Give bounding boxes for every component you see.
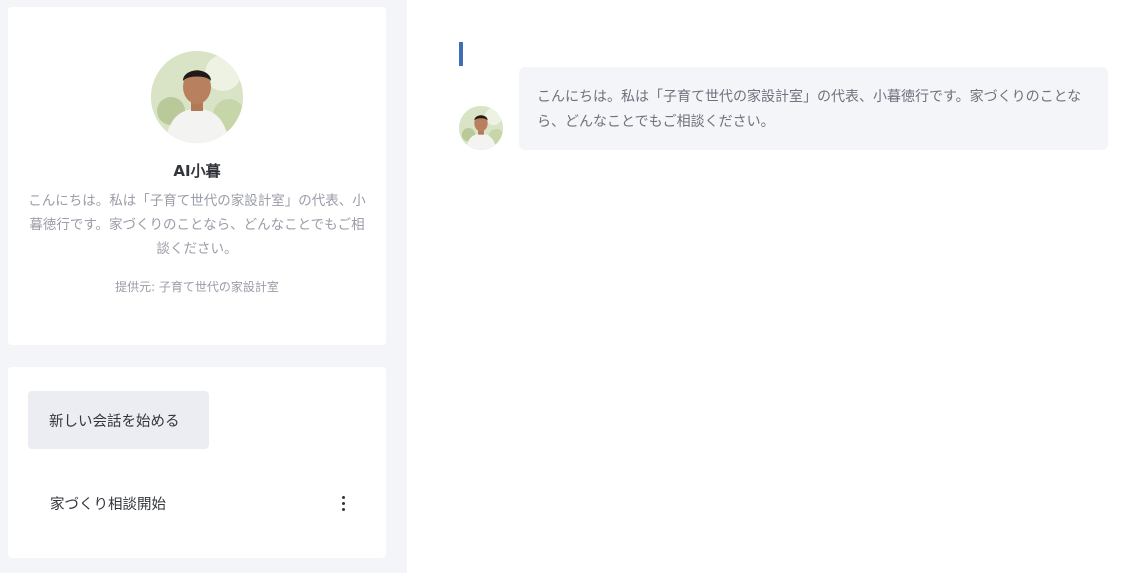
chat-area: こんにちは。私は「子育て世代の家設計室」の代表、小暮徳行です。家づくりのことなら… (407, 0, 1129, 573)
avatar-photo-icon (151, 51, 243, 143)
sidebar: AI小暮 こんにちは。私は「子育て世代の家設計室」の代表、小暮徳行です。家づくり… (0, 0, 407, 573)
new-conversation-button[interactable]: 新しい会話を始める (28, 391, 209, 449)
loading-indicator (459, 42, 463, 66)
message-bubble: こんにちは。私は「子育て世代の家設計室」の代表、小暮徳行です。家づくりのことなら… (519, 67, 1108, 150)
profile-avatar (151, 51, 243, 143)
profile-card: AI小暮 こんにちは。私は「子育て世代の家設計室」の代表、小暮徳行です。家づくり… (8, 7, 386, 345)
conversation-title[interactable]: 家づくり相談開始 (50, 493, 166, 514)
message-avatar (459, 106, 503, 150)
profile-description: こんにちは。私は「子育て世代の家設計室」の代表、小暮徳行です。家づくりのことなら… (28, 193, 366, 257)
conversation-card: 新しい会話を始める 家づくり相談開始 (8, 367, 386, 558)
avatar-photo-icon (459, 106, 503, 150)
app-root: AI小暮 こんにちは。私は「子育て世代の家設計室」の代表、小暮徳行です。家づくり… (0, 0, 1129, 573)
profile-source: 提供元: 子育て世代の家設計室 (115, 280, 279, 294)
profile-name: AI小暮 (173, 162, 221, 180)
more-vertical-icon[interactable] (336, 493, 350, 513)
conversation-item[interactable]: 家づくり相談開始 (50, 489, 350, 517)
